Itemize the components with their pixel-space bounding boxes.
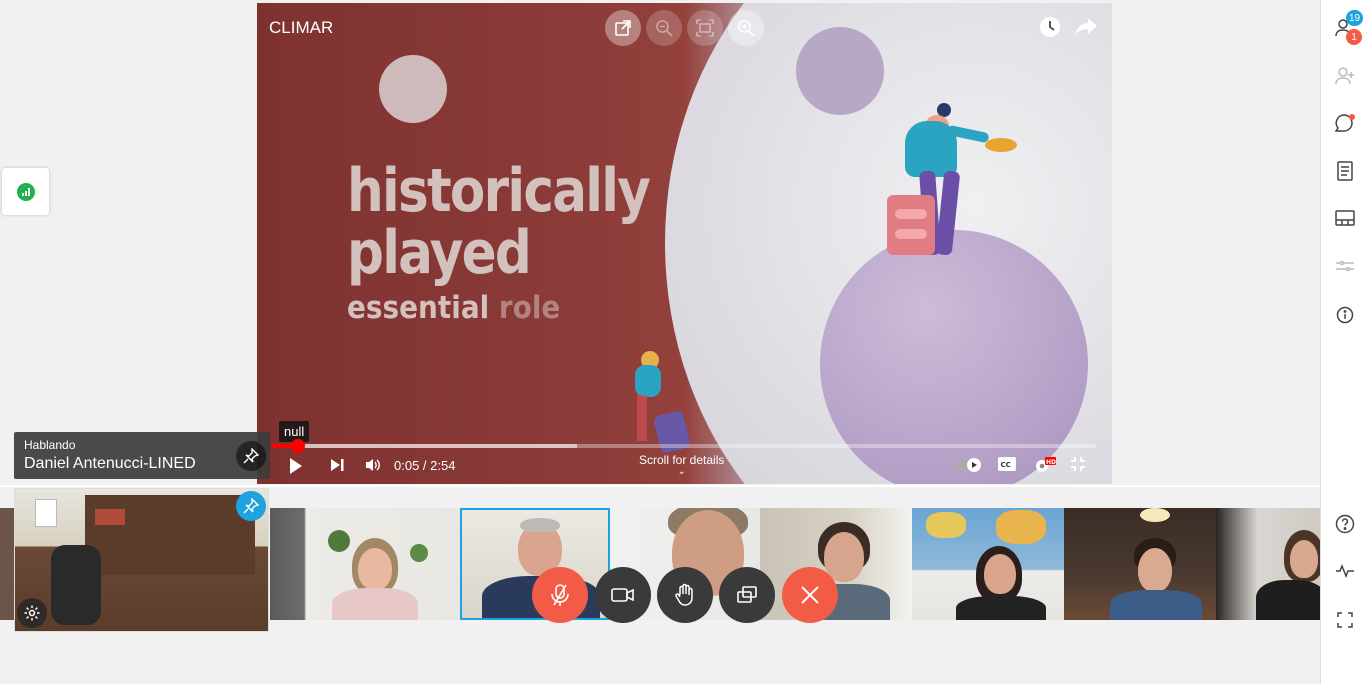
unmute-microphone-button[interactable] [532,567,588,623]
zoom-out-icon [656,20,673,37]
participant-thumbnail[interactable] [270,508,460,620]
speaking-label: Hablando [24,438,76,452]
clock-icon [1040,17,1060,37]
volume-icon [366,459,380,471]
share-icon [1075,18,1097,36]
video-title: CLIMAR [269,18,334,37]
progress-scrubber[interactable] [291,439,306,453]
activity-button[interactable] [1321,564,1368,578]
participants-button[interactable]: 19 1 [1321,10,1368,45]
hand-icon [675,583,693,606]
self-view-thumbnail[interactable] [14,488,269,632]
scroll-hint-label: Scroll for details [639,453,725,467]
autoplay-toggle[interactable] [954,456,984,479]
video-feed [0,508,14,620]
headline-line-3: essential role [347,293,663,324]
microphone-off-icon [551,584,569,606]
video-headline: historically played essential role [347,161,698,324]
external-link-icon [615,20,631,36]
video-camera-icon [611,588,634,602]
pinned-button[interactable] [236,491,266,521]
chat-icon [1334,114,1355,132]
headline-word: essential [347,290,490,326]
open-external-button[interactable] [605,10,641,46]
svg-text:CC: CC [1001,461,1011,469]
raise-hand-button[interactable] [657,567,713,623]
settings-hd-icon: HD [1036,457,1056,472]
next-button[interactable] [329,456,345,479]
right-sidebar: 19 1 [1320,0,1368,684]
play-button[interactable] [288,456,304,481]
captions-button[interactable]: CC [997,456,1017,477]
camera-button[interactable] [595,567,651,623]
sliders-icon [1336,260,1354,272]
zoom-out-button[interactable] [646,10,682,46]
participant-thumbnail[interactable] [1216,508,1320,620]
stage-divider [0,485,1320,487]
shared-video[interactable]: historically played essential role CLIMA… [257,3,1112,484]
help-button[interactable] [1321,514,1368,534]
share-screen-icon [737,586,757,603]
fullscreen-icon [1337,612,1353,628]
play-icon [290,458,302,474]
exit-fullscreen-button[interactable] [1070,456,1086,477]
headline-line-1: historically [347,156,651,226]
pin-speaker-button[interactable] [236,441,266,471]
scroll-for-details[interactable]: Scroll for details ⌄ [639,453,724,477]
chat-button[interactable] [1321,113,1368,133]
document-icon [1337,161,1353,181]
speaker-name: Daniel Antenucci-LINED [24,455,196,472]
fit-screen-button[interactable] [687,10,723,46]
autoplay-toggle-icon [955,458,981,472]
fullscreen-button[interactable] [1321,612,1368,628]
chevron-down-icon: ⌄ [677,466,686,477]
settings-button[interactable]: HD [1033,456,1057,479]
pin-icon [243,448,259,464]
notes-button[interactable] [1321,161,1368,181]
pin-icon [243,498,259,514]
close-icon [801,586,819,604]
fit-screen-icon [696,19,714,37]
progress-bar[interactable] [272,439,1096,453]
self-view-settings-button[interactable] [17,598,47,628]
exit-fullscreen-icon [1071,457,1085,471]
moon-illustration [379,55,447,123]
volume-button[interactable] [364,456,382,479]
notifications-count-badge: 1 [1346,29,1362,45]
participant-thumbnail[interactable] [1064,508,1216,620]
pulse-icon [1336,564,1354,578]
participant-thumbnail[interactable] [912,508,1064,620]
participant-thumbnail[interactable] [0,508,14,620]
layout-button[interactable] [1321,210,1368,226]
share-button[interactable] [1074,16,1098,44]
moon-illustration [796,27,884,115]
headline-line-2: played [347,218,532,288]
participants-count-badge: 19 [1346,10,1364,26]
settings-sliders-button[interactable] [1321,258,1368,274]
leave-call-button[interactable] [782,567,838,623]
video-timecode: 0:05 / 2:54 [394,458,456,473]
help-icon [1335,514,1355,534]
info-button[interactable] [1321,306,1368,324]
gear-icon [24,605,40,621]
invite-button[interactable] [1321,66,1368,86]
progress-buffered [272,444,577,448]
skip-next-icon [331,459,344,471]
svg-text:HD: HD [1046,459,1056,466]
layout-icon [1335,210,1355,226]
signal-icon [16,182,35,201]
zoom-in-button[interactable] [728,10,764,46]
info-icon [1336,306,1354,324]
add-user-icon [1335,67,1354,85]
share-screen-button[interactable] [719,567,775,623]
headline-word-faded: role [498,290,561,326]
connection-stats-widget[interactable] [2,168,49,215]
active-speaker-banner: Hablando Daniel Antenucci-LINED [14,432,270,479]
watch-later-button[interactable] [1039,16,1061,44]
captions-icon: CC [998,457,1016,471]
zoom-in-icon [738,20,755,37]
